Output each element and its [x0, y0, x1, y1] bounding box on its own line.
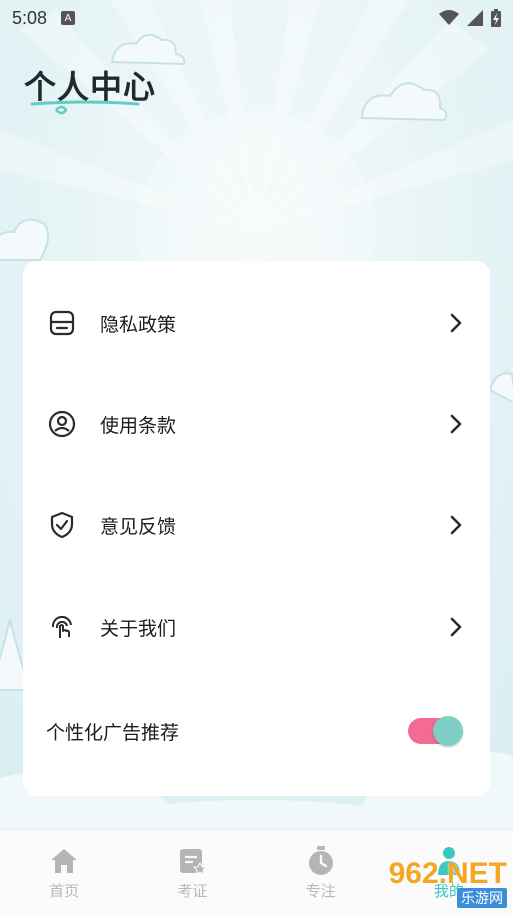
- personalized-ads-label: 个性化广告推荐: [46, 721, 180, 744]
- chevron-right-icon: [448, 617, 464, 637]
- status-icons: [439, 9, 501, 27]
- wifi-icon: [439, 10, 459, 25]
- certificate-icon: [176, 846, 208, 876]
- document-box-icon: [47, 308, 77, 338]
- menu-item-label: 使用条款: [100, 414, 177, 437]
- menu-item-privacy-policy[interactable]: 隐私政策: [23, 293, 490, 353]
- title-underline-decoration: [30, 100, 140, 115]
- user-circle-icon: [47, 409, 77, 439]
- chevron-right-icon: [448, 414, 464, 434]
- menu-item-label: 隐私政策: [100, 313, 177, 336]
- touch-hand-icon: [47, 612, 77, 642]
- home-icon: [48, 846, 80, 876]
- watermark-site-text: 乐游网: [457, 888, 507, 908]
- a-badge-icon: A: [61, 11, 76, 25]
- tab-home[interactable]: 首页: [0, 830, 128, 914]
- tab-certificate[interactable]: 考证: [128, 830, 256, 914]
- tab-label: 首页: [49, 882, 80, 900]
- menu-item-about-us[interactable]: 关于我们: [23, 597, 490, 657]
- tab-label: 专注: [305, 882, 336, 900]
- tab-label: 考证: [177, 882, 208, 900]
- menu-item-label: 意见反馈: [100, 515, 177, 538]
- toggle-knob: [433, 716, 463, 746]
- personalized-ads-toggle[interactable]: [408, 716, 463, 746]
- battery-charging-icon: [491, 9, 501, 27]
- status-bar: 5:08 A: [0, 0, 513, 36]
- timer-icon: [305, 846, 337, 876]
- cell-signal-icon: [467, 10, 483, 26]
- chevron-right-icon: [448, 313, 464, 333]
- personalized-ads-row: 个性化广告推荐: [23, 701, 490, 761]
- menu-item-feedback[interactable]: 意见反馈: [23, 495, 490, 555]
- site-watermark: 962.NET 乐游网: [388, 857, 507, 908]
- status-time: 5:08: [12, 7, 48, 28]
- shield-check-icon: [47, 510, 77, 540]
- menu-item-terms-of-use[interactable]: 使用条款: [23, 394, 490, 454]
- menu-item-label: 关于我们: [100, 617, 177, 640]
- chevron-right-icon: [448, 515, 464, 535]
- watermark-logo-text: 962.NET: [388, 857, 507, 890]
- tab-focus[interactable]: 专注: [257, 830, 385, 914]
- settings-card: 隐私政策 使用条款 意见反馈 关于我们 个性化广告推荐: [23, 261, 490, 796]
